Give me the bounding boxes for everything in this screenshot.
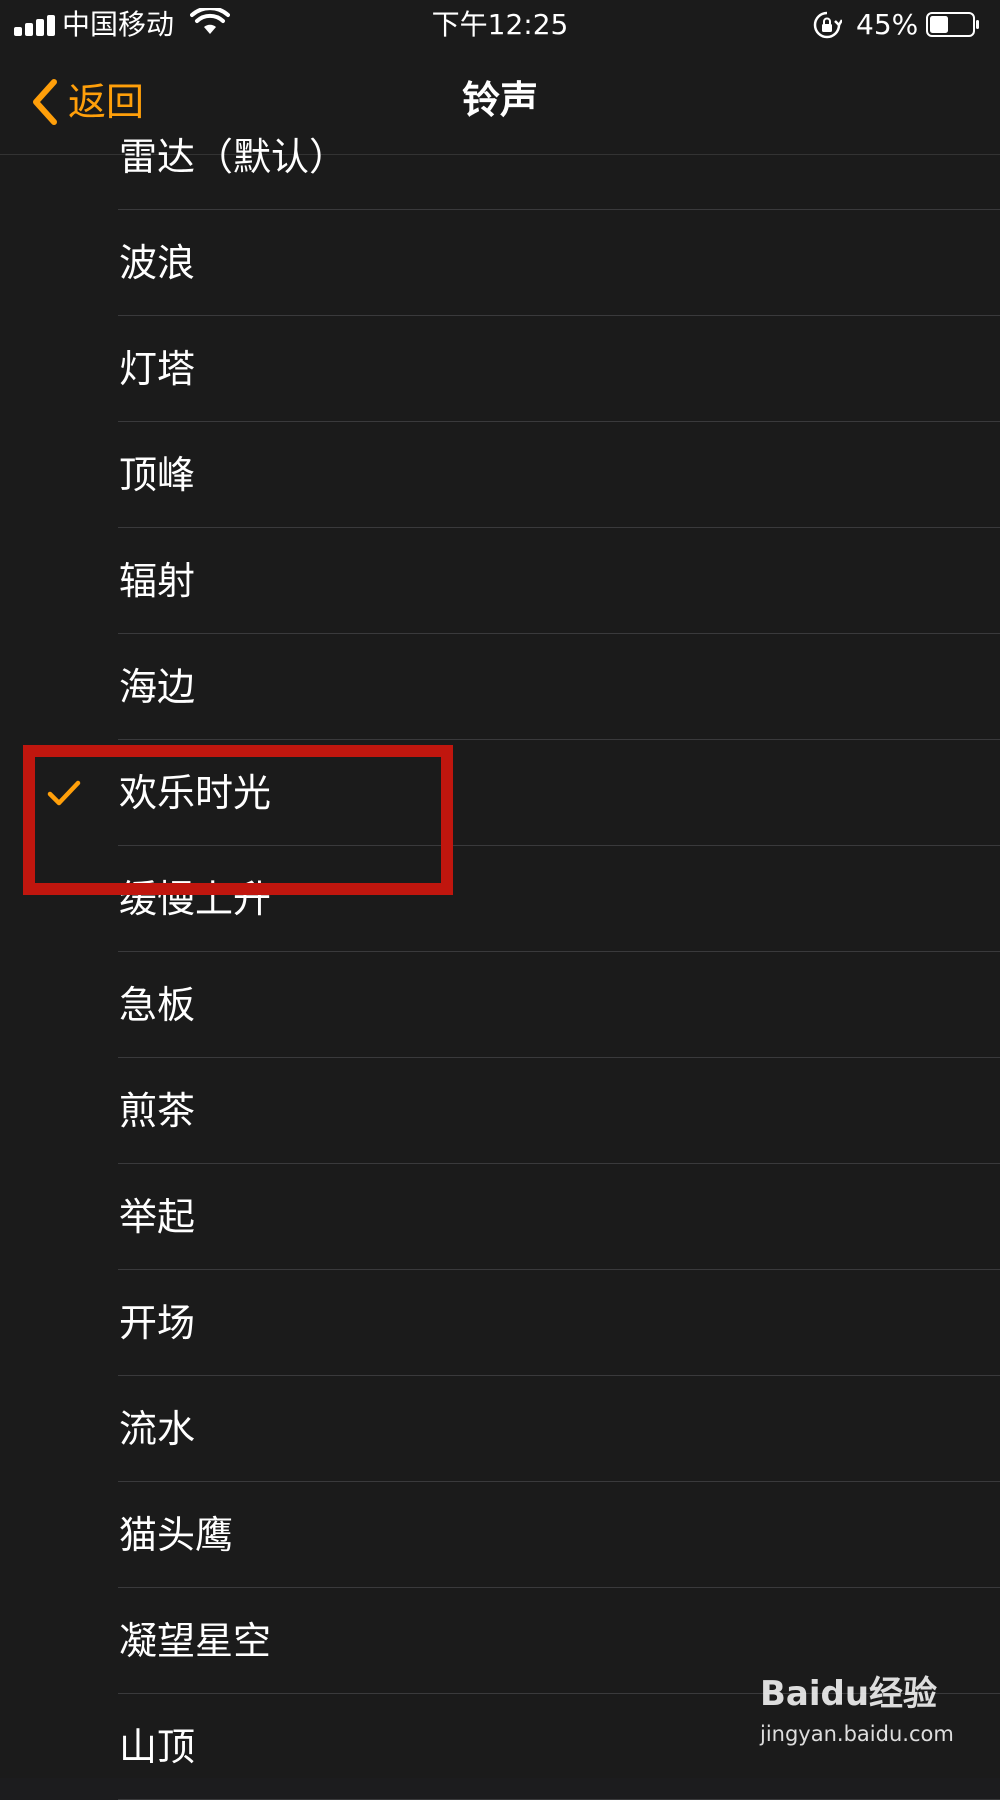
battery-percent: 45%: [856, 8, 919, 41]
ringtone-row[interactable]: 欢乐时光: [0, 740, 1000, 846]
ringtone-row[interactable]: 流水: [0, 1376, 1000, 1482]
ringtone-row[interactable]: 举起: [0, 1164, 1000, 1270]
ringtone-label: 猫头鹰: [119, 1513, 234, 1557]
ringtone-label: 缓慢上升: [119, 877, 272, 921]
watermark-brand: Baidu经验: [760, 1674, 938, 1714]
ringtone-label: 雷达（默认）: [119, 135, 348, 179]
battery-icon: [926, 12, 979, 37]
ringtone-label: 灯塔: [119, 347, 196, 391]
ringtone-row[interactable]: 波浪: [0, 210, 1000, 316]
ringtone-row[interactable]: 辐射: [0, 528, 1000, 634]
status-time: 下午12:25: [431, 8, 569, 41]
baidu-jingyan-watermark: Baidu经验 jingyan.baidu.com: [760, 1666, 954, 1756]
status-bar: 中国移动 下午12:25 45%: [0, 0, 1000, 50]
ringtone-row[interactable]: 开场: [0, 1270, 1000, 1376]
ringtone-label: 顶峰: [119, 453, 196, 497]
watermark-url: jingyan.baidu.com: [760, 1722, 954, 1746]
rotation-lock-icon: [813, 11, 842, 39]
ringtone-row[interactable]: 煎茶: [0, 1058, 1000, 1164]
ringtone-row[interactable]: 猫头鹰: [0, 1482, 1000, 1588]
ringtone-row[interactable]: 缓慢上升: [0, 846, 1000, 952]
ringtone-label: 辐射: [119, 559, 196, 603]
ringtone-row[interactable]: 雷达（默认）: [0, 104, 1000, 210]
ringtone-label: 波浪: [119, 241, 196, 285]
ringtone-row[interactable]: 灯塔: [0, 316, 1000, 422]
ringtone-label: 欢乐时光: [119, 771, 272, 815]
ringtone-label: 急板: [119, 983, 196, 1027]
ringtone-list: 雷达（默认） 波浪灯塔顶峰辐射海边欢乐时光缓慢上升急板煎茶举起开场流水猫头鹰凝望星…: [0, 126, 1000, 1800]
ringtone-label: 举起: [119, 1195, 196, 1239]
ringtone-row[interactable]: 海边: [0, 634, 1000, 740]
ringtone-label: 凝望星空: [119, 1619, 272, 1663]
ringtone-label: 煎茶: [119, 1089, 196, 1133]
ringtone-label: 海边: [119, 665, 196, 709]
ringtone-label: 开场: [119, 1301, 196, 1345]
ringtone-row[interactable]: 急板: [0, 952, 1000, 1058]
checkmark-icon: [47, 780, 81, 806]
ringtone-row[interactable]: 顶峰: [0, 422, 1000, 528]
ringtone-label: 山顶: [119, 1725, 196, 1769]
ringtone-label: 流水: [119, 1407, 196, 1451]
